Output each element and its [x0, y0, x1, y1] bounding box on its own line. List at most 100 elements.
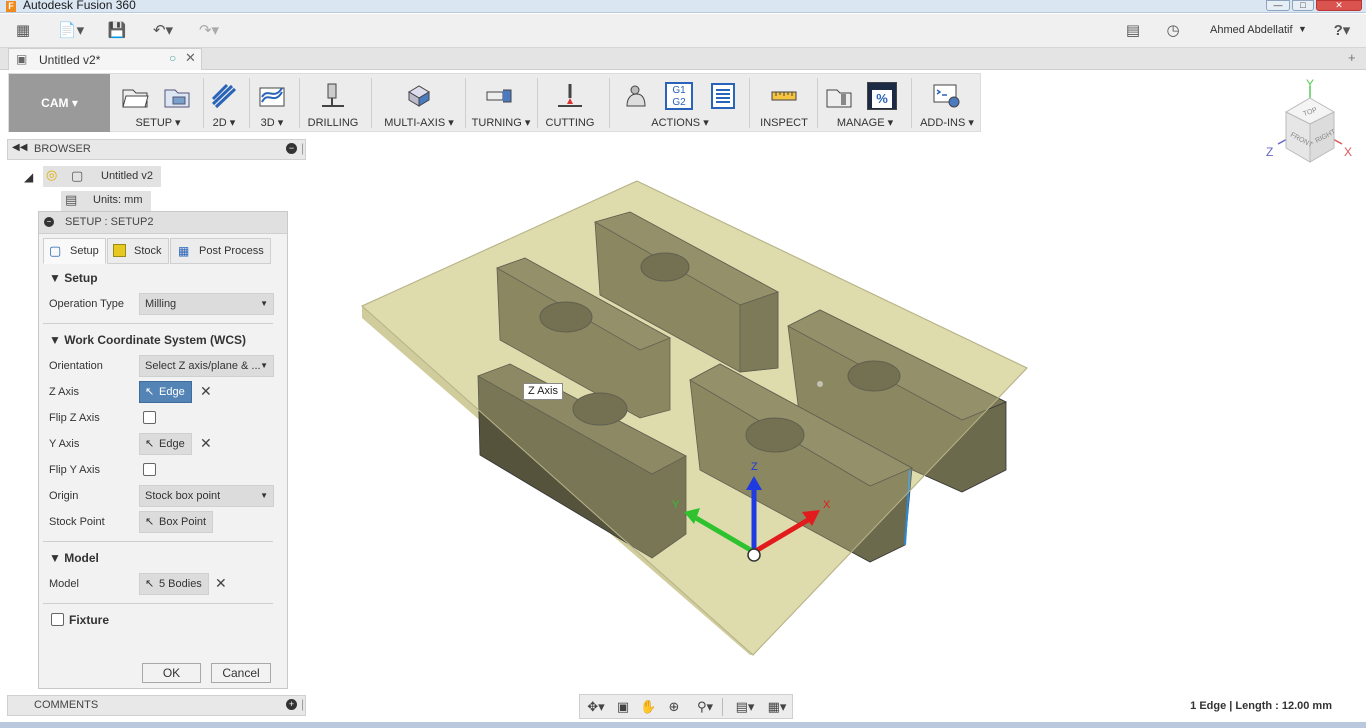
ribbon-group-actions[interactable]: G1 G2 ACTIONS ▾	[615, 74, 745, 132]
ribbon-group-add-ins[interactable]: ADD-INS ▾	[913, 74, 981, 132]
fixture-checkbox[interactable]	[51, 613, 64, 626]
orbit-icon[interactable]: ✥▾	[584, 699, 608, 715]
new-tab-icon[interactable]: +	[1348, 50, 1356, 65]
z-axis-label: Z Axis	[49, 386, 79, 398]
collapse-browser-icon[interactable]: ◀◀	[12, 142, 27, 153]
section-wcs[interactable]: ▼ Work Coordinate System (WCS)	[49, 333, 246, 347]
ribbon-group-multi-axis[interactable]: MULTI-AXIS ▾	[375, 74, 463, 132]
ribbon-group-inspect[interactable]: INSPECT	[753, 74, 815, 132]
document-tab-title: Untitled v2*	[39, 53, 101, 67]
section-setup[interactable]: ▼ Setup	[49, 271, 98, 285]
clear-z-axis-icon[interactable]: ✕	[200, 383, 212, 400]
z-axis-tooltip: Z Axis	[523, 383, 563, 400]
user-name[interactable]: Ahmed Abdellatif	[1210, 24, 1293, 36]
redo-icon[interactable]: ↷▾	[192, 22, 226, 40]
stock-cube-icon	[113, 244, 126, 257]
user-menu-chevron-icon[interactable]: ▼	[1298, 24, 1307, 34]
display-settings-icon[interactable]: ▤▾	[732, 699, 758, 715]
measure-ruler-icon	[771, 91, 797, 101]
comments-pin-icon[interactable]: |	[301, 697, 304, 711]
ribbon-label-drilling: DRILLING	[307, 117, 359, 129]
ribbon-label-3d: 3D	[260, 117, 275, 129]
document-tab[interactable]: ▣ Untitled v2* ○ ✕	[8, 48, 202, 70]
comment-icon[interactable]: ▤	[1122, 22, 1144, 40]
cancel-button[interactable]: Cancel	[211, 663, 271, 683]
ok-button[interactable]: OK	[142, 663, 201, 683]
ribbon-label-manage: MANAGE	[836, 117, 885, 129]
ribbon-group-3d[interactable]: 3D ▾	[251, 74, 293, 132]
units-item[interactable]: ▤ Units: mm	[61, 191, 151, 211]
flip-z-axis-checkbox[interactable]	[143, 411, 156, 424]
browser-title: BROWSER	[34, 143, 91, 155]
zoom-fit-icon[interactable]: ⚲▾	[692, 699, 718, 715]
flip-y-axis-checkbox[interactable]	[143, 463, 156, 476]
ribbon-group-manage[interactable]: % MANAGE ▾	[821, 74, 909, 132]
document-cube-icon: ▣	[16, 52, 28, 66]
comments-title: COMMENTS	[34, 699, 99, 711]
ribbon-group-setup[interactable]: SETUP ▾	[115, 74, 201, 132]
stock-point-value: Box Point	[159, 516, 207, 528]
save-icon[interactable]: 💾	[106, 22, 128, 40]
viewport-model[interactable]: Z Y X	[300, 140, 1366, 690]
document-status-icon: ○	[169, 51, 177, 65]
maximize-button[interactable]: □	[1292, 0, 1314, 11]
ribbon-label-setup: SETUP	[135, 117, 172, 129]
comments-panel-header: COMMENTS + |	[7, 695, 306, 716]
stock-point-selector[interactable]: ↖ Box Point	[139, 511, 214, 533]
y-axis-selector[interactable]: ↖ Edge	[139, 433, 192, 455]
origin-select[interactable]: Stock box point ▼	[139, 485, 274, 507]
close-tab-icon[interactable]: ✕	[185, 50, 196, 66]
tree-root-item[interactable]: ◎ ▢ Untitled v2	[43, 166, 161, 187]
browser-minus-icon[interactable]: −	[286, 143, 297, 154]
title-bar: F Autodesk Fusion 360 — □ ✕	[0, 0, 1366, 13]
setup-folder-icon	[122, 89, 149, 108]
zoom-window-icon[interactable]: ⊕	[666, 699, 682, 715]
browser-pin-icon[interactable]: |	[301, 141, 304, 155]
help-icon[interactable]: ?▾	[1326, 22, 1358, 40]
viewcube-y-label: Y	[1306, 77, 1314, 91]
ribbon-group-drilling[interactable]: DRILLING	[301, 74, 365, 132]
file-menu-icon[interactable]: 📄▾	[56, 22, 86, 40]
setup-dialog-header[interactable]: − SETUP : SETUP2	[39, 212, 287, 234]
model-selector[interactable]: ↖ 5 Bodies	[139, 573, 209, 595]
ribbon-label-turning: TURNING	[471, 117, 522, 129]
os-taskbar	[0, 722, 1366, 728]
section-model[interactable]: ▼ Model	[49, 551, 99, 565]
turning-icon	[486, 89, 512, 103]
grid-settings-icon[interactable]: ▦▾	[764, 699, 790, 715]
ribbon-group-cutting[interactable]: CUTTING	[541, 74, 599, 132]
setup-dialog: − SETUP : SETUP2 ▢ Setup Stock ▦ Post Pr…	[38, 211, 288, 689]
job-status-clock-icon[interactable]: ◷	[1162, 22, 1184, 40]
ribbon-group-2d[interactable]: 2D ▾	[205, 74, 243, 132]
drilling-icon	[322, 83, 344, 107]
operation-type-select[interactable]: Milling ▼	[139, 293, 274, 315]
2d-toolpath-icon	[211, 83, 237, 109]
tab-stock[interactable]: Stock	[107, 238, 169, 264]
tab-setup[interactable]: ▢ Setup	[43, 238, 106, 264]
pan-hand-icon[interactable]: ✋	[640, 699, 656, 715]
z-axis-selector[interactable]: ↖ Edge	[139, 381, 192, 403]
clear-model-icon[interactable]: ✕	[215, 575, 227, 592]
visibility-bulb-icon[interactable]: ◎	[46, 167, 57, 183]
document-tab-row: ▣ Untitled v2* ○ ✕ +	[0, 48, 1366, 70]
orientation-select[interactable]: Select Z axis/plane & ... ▼	[139, 355, 274, 377]
setup-stock-icon	[164, 89, 190, 108]
dialog-collapse-icon[interactable]: −	[44, 217, 54, 227]
section-model-label: Model	[64, 551, 99, 565]
add-comment-icon[interactable]: +	[286, 699, 297, 710]
data-panel-grid-icon[interactable]: ▦	[12, 22, 34, 40]
cam-ribbon: CAM ▾ SETUP ▾ 2D ▾ 3D ▾ DRILLING MULTI-A…	[8, 73, 981, 132]
ribbon-group-turning[interactable]: TURNING ▾	[469, 74, 533, 132]
tab-post-process[interactable]: ▦ Post Process	[170, 238, 271, 264]
workspace-switcher[interactable]: CAM ▾	[9, 74, 110, 132]
3d-toolpath-icon	[259, 87, 285, 107]
clear-y-axis-icon[interactable]: ✕	[200, 435, 212, 452]
tree-expander-icon[interactable]: ◢	[24, 170, 33, 184]
undo-icon[interactable]: ↶▾	[146, 22, 180, 40]
close-window-button[interactable]: ✕	[1316, 0, 1362, 11]
minimize-button[interactable]: —	[1266, 0, 1290, 11]
chevron-down-icon: ▼	[260, 491, 268, 500]
simulate-icon	[626, 85, 646, 107]
look-at-icon[interactable]: ▣	[615, 699, 631, 715]
flip-z-axis-label: Flip Z Axis	[49, 412, 100, 424]
